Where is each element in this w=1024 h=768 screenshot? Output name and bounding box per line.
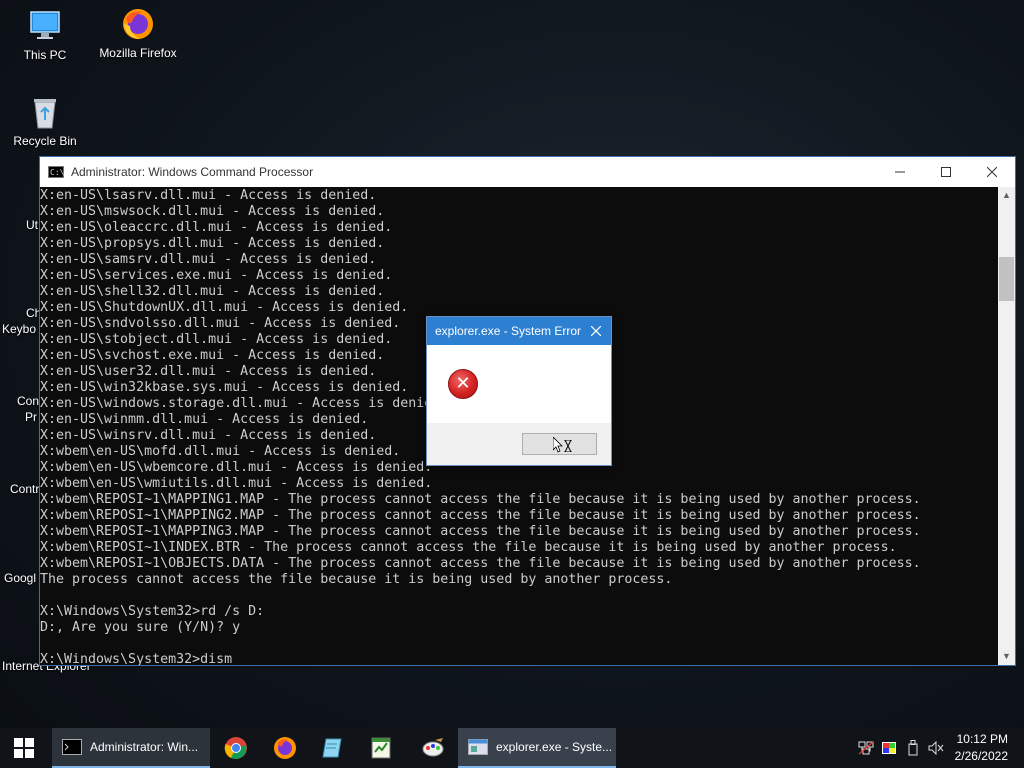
minimize-button[interactable] — [877, 157, 923, 187]
close-button[interactable] — [969, 157, 1015, 187]
console-line: D:, Are you sure (Y/N)? y — [40, 620, 241, 635]
console-line: X:en-US\lsasrv.dll.mui - Access is denie… — [40, 188, 377, 203]
taskbar-pin-spreadsheet[interactable] — [357, 728, 405, 768]
windows-logo-icon — [14, 738, 34, 758]
console-line: X:wbem\REPOSI~1\MAPPING2.MAP - The proce… — [40, 508, 921, 523]
scroll-down-arrow-icon[interactable]: ▼ — [998, 648, 1015, 665]
tray-network[interactable] — [856, 728, 876, 768]
cmd-app-icon: C:\ — [48, 166, 65, 178]
cmd-icon — [62, 739, 82, 755]
tray-volume[interactable] — [926, 728, 946, 768]
firefox-icon — [118, 6, 158, 42]
chrome-icon — [224, 737, 247, 759]
maximize-button[interactable] — [923, 157, 969, 187]
desktop-icon-recycle-bin[interactable]: Recycle Bin — [0, 94, 90, 148]
taskbar-item-label: Administrator: Win... — [90, 740, 199, 754]
paint-icon — [422, 738, 444, 757]
desktop-icon-this-pc[interactable]: This PC — [0, 8, 90, 62]
recycle-bin-icon — [25, 94, 65, 130]
scroll-thumb[interactable] — [999, 257, 1014, 301]
console-line: X:wbem\REPOSI~1\MAPPING1.MAP - The proce… — [40, 492, 921, 507]
desktop-icon-label: Recycle Bin — [13, 134, 77, 148]
desktop-icon-label-partial: Con — [17, 394, 40, 408]
close-icon — [987, 167, 997, 177]
console-line: X:en-US\oleaccrc.dll.mui - Access is den… — [40, 220, 393, 235]
dialog-body: ✕ — [427, 345, 611, 425]
console-line: X:en-US\propsys.dll.mui - Access is deni… — [40, 236, 385, 251]
desktop-icon-label: This PC — [23, 48, 67, 62]
close-icon — [591, 326, 601, 336]
busy-cursor-icon — [553, 437, 563, 453]
desktop-icon-label-partial: Ut — [26, 218, 38, 232]
taskbar-pin-firefox[interactable] — [261, 728, 309, 768]
console-line: X:wbem\REPOSI~1\OBJECTS.DATA - The proce… — [40, 556, 921, 571]
taskbar-item-cmd[interactable]: Administrator: Win... — [52, 728, 210, 768]
desktop-icon-label-partial: Keybo — [2, 322, 37, 336]
console-line: X:\Windows\System32>rd /s D: — [40, 604, 265, 619]
taskbar-pin-chrome[interactable] — [212, 728, 260, 768]
clock-date: 2/26/2022 — [954, 749, 1008, 763]
console-line: X:wbem\REPOSI~1\INDEX.BTR - The process … — [40, 540, 897, 555]
network-icon — [858, 741, 874, 755]
clock-time: 10:12 PM — [956, 732, 1008, 746]
console-line: X:en-US\services.exe.mui - Access is den… — [40, 268, 393, 283]
display-icon — [882, 742, 896, 754]
monitor-icon — [25, 8, 65, 44]
ok-button[interactable] — [522, 433, 597, 455]
error-dialog[interactable]: explorer.exe - System Error ✕ — [426, 316, 612, 466]
volume-muted-icon — [928, 741, 944, 755]
minimize-icon — [895, 171, 905, 173]
dialog-footer — [427, 423, 611, 465]
console-line: The process cannot access the file becau… — [40, 572, 673, 587]
taskbar: Administrator: Win... explorer.exe - Sys… — [0, 728, 1024, 768]
cmd-window-title: Administrator: Windows Command Processor — [71, 165, 314, 179]
tray-display[interactable] — [879, 728, 899, 768]
desktop-icon-label-partial: Contr — [10, 482, 40, 496]
desktop-icon-firefox[interactable]: Mozilla Firefox — [93, 6, 183, 60]
taskbar-item-label: explorer.exe - Syste... — [496, 740, 613, 754]
start-button[interactable] — [0, 728, 48, 768]
taskbar-item-error-dialog[interactable]: explorer.exe - Syste... — [458, 728, 616, 768]
vertical-scrollbar[interactable]: ▲ ▼ — [998, 187, 1015, 665]
dialog-titlebar[interactable]: explorer.exe - System Error — [427, 317, 611, 345]
console-line: X:wbem\REPOSI~1\MAPPING3.MAP - The proce… — [40, 524, 921, 539]
desktop-icon-label-partial: Googl — [4, 571, 37, 585]
dialog-close-button[interactable] — [581, 317, 611, 345]
hourglass-icon — [564, 440, 572, 452]
console-line: X:wbem\en-US\wmiutils.dll.mui - Access i… — [40, 476, 433, 491]
desktop-icon-label-partial: Pr — [25, 410, 37, 424]
notepad-icon — [322, 738, 342, 758]
console-line: X:en-US\mswsock.dll.mui - Access is deni… — [40, 204, 385, 219]
taskbar-clock[interactable]: 10:12 PM 2/26/2022 — [955, 731, 1008, 765]
window-icon — [468, 739, 488, 755]
console-line: X:en-US\samsrv.dll.mui - Access is denie… — [40, 252, 377, 267]
desktop-icon-label: Mozilla Firefox — [99, 46, 177, 60]
dialog-title: explorer.exe - System Error — [435, 324, 582, 338]
console-line: X:\Windows\System32>dism — [40, 652, 233, 665]
maximize-icon — [941, 167, 951, 177]
error-icon: ✕ — [448, 369, 478, 399]
cmd-titlebar[interactable]: C:\ Administrator: Windows Command Proce… — [40, 157, 1015, 187]
taskbar-pin-notepad[interactable] — [309, 728, 357, 768]
usb-drive-icon — [908, 740, 918, 756]
tray-usb[interactable] — [904, 728, 922, 768]
scroll-up-arrow-icon[interactable]: ▲ — [998, 187, 1015, 204]
taskbar-pin-paint[interactable] — [409, 728, 457, 768]
spreadsheet-icon — [371, 737, 391, 759]
console-line: X:en-US\ShutdownUX.dll.mui - Access is d… — [40, 300, 409, 315]
console-line: X:en-US\shell32.dll.mui - Access is deni… — [40, 284, 385, 299]
firefox-icon — [274, 737, 296, 759]
